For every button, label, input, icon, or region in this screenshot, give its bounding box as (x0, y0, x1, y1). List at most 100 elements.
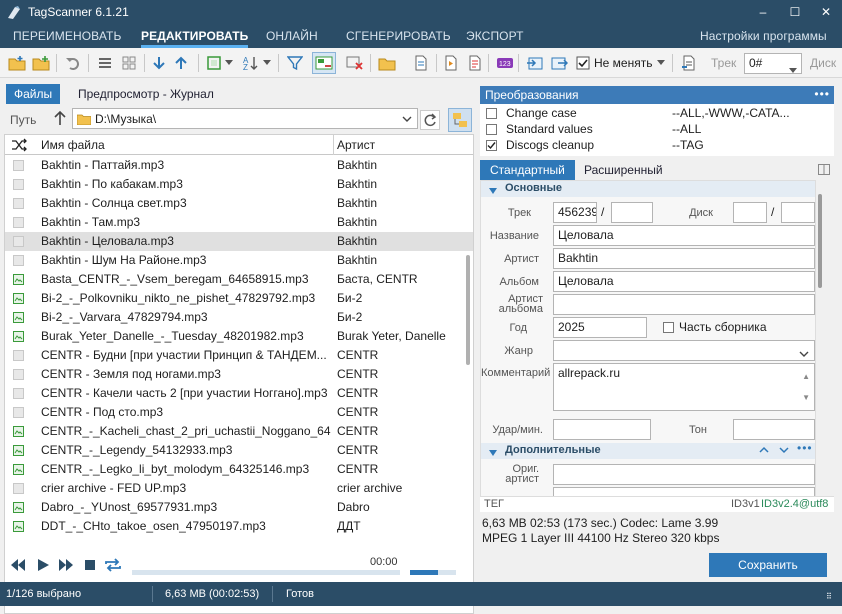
track-format-select[interactable]: 0# (744, 53, 802, 74)
text-file-icon[interactable] (464, 52, 486, 74)
minimize-button[interactable]: – (747, 0, 779, 24)
transform-change-case[interactable]: Change case --ALL,-WWW,-CATA... (486, 106, 826, 122)
chevron-down-icon[interactable] (656, 52, 666, 74)
undo-icon[interactable] (62, 52, 84, 74)
title-field[interactable]: Целовала (553, 225, 815, 246)
chevron-down-icon[interactable] (402, 113, 412, 127)
transform-checkbox[interactable] (486, 108, 497, 119)
table-row[interactable]: CENTR_-_Legendy_54132933.mp3 CENTR (5, 441, 473, 460)
open-folder-icon[interactable] (6, 52, 28, 74)
refresh-icon[interactable] (420, 110, 440, 130)
import-image-icon[interactable] (524, 52, 546, 74)
chevron-up-icon[interactable] (759, 444, 769, 458)
table-row[interactable]: Bakhtin - Паттайя.mp3 Bakhtin (5, 156, 473, 175)
table-row[interactable]: DDT_-_CHto_takoe_osen_47950197.mp3 ДДТ (5, 517, 473, 536)
sort-az-icon[interactable]: AZ (240, 52, 262, 74)
year-field[interactable]: 2025 (553, 317, 647, 338)
filter-icon[interactable] (284, 52, 306, 74)
menu-settings[interactable]: Настройки программы (700, 24, 827, 48)
path-combobox[interactable]: D:\Музыка\ (72, 108, 418, 129)
prev-icon[interactable] (10, 558, 26, 575)
export-image-icon[interactable] (548, 52, 570, 74)
case-mode-dropdown[interactable]: Не менять (594, 56, 652, 70)
table-row[interactable]: Basta_CENTR_-_Vsem_beregam_64658915.mp3 Б… (5, 270, 473, 289)
save-button[interactable]: Сохранить (709, 553, 827, 577)
table-row[interactable]: Bakhtin - Там.mp3 Bakhtin (5, 213, 473, 232)
column-artist[interactable]: Артист (337, 138, 375, 152)
album-field[interactable]: Целовала (553, 271, 815, 292)
list-view-icon[interactable] (94, 52, 116, 74)
path-input[interactable]: D:\Музыка\ (95, 112, 156, 126)
grid-view-icon[interactable] (118, 52, 140, 74)
table-row[interactable]: CENTR - Качели часть 2 [при участии Ногг… (5, 384, 473, 403)
tag-panel-toggle-icon[interactable] (312, 52, 336, 74)
numbering-icon[interactable] (678, 52, 700, 74)
table-row[interactable]: Bakhtin - По кабакам.mp3 Bakhtin (5, 175, 473, 194)
scroll-up-icon[interactable]: ▲ (802, 367, 810, 386)
up-folder-icon[interactable] (54, 110, 66, 129)
table-row[interactable]: CENTR_-_Kacheli_chast_2_pri_uchastii_Nog… (5, 422, 473, 441)
folder-tree-toggle-icon[interactable] (448, 108, 472, 132)
table-row[interactable]: CENTR_-_Legko_li_byt_molodym_64325146.mp… (5, 460, 473, 479)
tab-extended[interactable]: Расширенный (576, 160, 671, 180)
more-icon[interactable]: ••• (797, 441, 813, 455)
section-basic[interactable]: Основные (481, 181, 815, 197)
select-icon[interactable] (203, 52, 225, 74)
grip-icon[interactable]: ⠿ (826, 592, 833, 601)
table-row[interactable]: CENTR - Земля под ногами.mp3 CENTR (5, 365, 473, 384)
stop-icon[interactable] (84, 559, 96, 574)
more-icon[interactable]: ••• (814, 85, 830, 103)
transform-standard-values[interactable]: Standard values --ALL (486, 122, 826, 138)
album-artist-field[interactable] (553, 294, 815, 315)
document-icon[interactable] (410, 52, 432, 74)
menu-export[interactable]: ЭКСПОРТ (466, 24, 524, 48)
maximize-button[interactable]: ☐ (779, 0, 811, 24)
editor-scrollbar-thumb[interactable] (818, 194, 822, 288)
table-row[interactable]: Bi-2_-_Varvara_47829794.mp3 Би-2 (5, 308, 473, 327)
table-row[interactable]: Burak_Yeter_Danelle_-_Tuesday_48201982.m… (5, 327, 473, 346)
remove-tag-icon[interactable] (344, 52, 366, 74)
id3v2-badge[interactable]: ID3v2.4@utf8 (761, 498, 828, 510)
bpm-field[interactable] (553, 419, 651, 440)
comment-field[interactable]: allrepack.ru ▲ ▼ (553, 363, 815, 411)
arrow-up-icon[interactable] (170, 52, 192, 74)
next-icon[interactable] (58, 558, 74, 575)
key-field[interactable] (733, 419, 815, 440)
section-extra[interactable]: Дополнительные ••• (481, 441, 815, 459)
compilation-checkbox[interactable] (663, 322, 674, 333)
table-row[interactable]: Dabro_-_YUnost_69577931.mp3 Dabro (5, 498, 473, 517)
table-row[interactable]: CENTR - Под сто.mp3 CENTR (5, 403, 473, 422)
table-row[interactable]: crier archive - FED UP.mp3 crier archive (5, 479, 473, 498)
folder-icon[interactable] (376, 52, 398, 74)
artist-field[interactable]: Bakhtin (553, 248, 815, 269)
tab-preview[interactable]: Предпросмотр - Журнал (70, 84, 222, 104)
menu-edit[interactable]: РЕДАКТИРОВАТЬ (141, 24, 249, 48)
menu-online[interactable]: ОНЛАЙН (266, 24, 318, 48)
chevron-down-icon[interactable] (262, 52, 272, 74)
format-icon[interactable]: 123 (494, 52, 516, 74)
transform-checkbox[interactable] (486, 124, 497, 135)
table-row[interactable]: Bakhtin - Шум На Районе.mp3 Bakhtin (5, 251, 473, 270)
table-row[interactable]: Bakhtin - Солнца свет.mp3 Bakhtin (5, 194, 473, 213)
layout-icon[interactable] (818, 164, 830, 178)
playlist-icon[interactable] (440, 52, 462, 74)
chevron-down-icon[interactable] (779, 444, 789, 458)
table-row[interactable]: Bi-2_-_Polkovniku_nikto_ne_pishet_478297… (5, 289, 473, 308)
track-field[interactable]: 456239: (553, 202, 597, 223)
menu-rename[interactable]: ПЕРЕИМЕНОВАТЬ (13, 24, 121, 48)
table-row[interactable]: Bakhtin - Целовала.mp3 Bakhtin (5, 232, 473, 251)
transform-checkbox-checked[interactable] (486, 140, 497, 151)
close-button[interactable]: ✕ (810, 0, 842, 24)
chevron-down-icon[interactable] (224, 52, 234, 74)
column-filename[interactable]: Имя файла (41, 138, 105, 152)
disc-field[interactable] (733, 202, 767, 223)
disc-total-field[interactable] (781, 202, 815, 223)
genre-select[interactable] (553, 340, 815, 361)
orig-artist-field[interactable] (553, 464, 815, 485)
add-folder-icon[interactable] (30, 52, 52, 74)
repeat-icon[interactable] (104, 557, 122, 576)
seek-bar[interactable] (132, 570, 400, 575)
arrow-down-icon[interactable] (148, 52, 170, 74)
play-icon[interactable] (36, 558, 50, 575)
transform-discogs-cleanup[interactable]: Discogs cleanup --TAG (486, 138, 826, 154)
